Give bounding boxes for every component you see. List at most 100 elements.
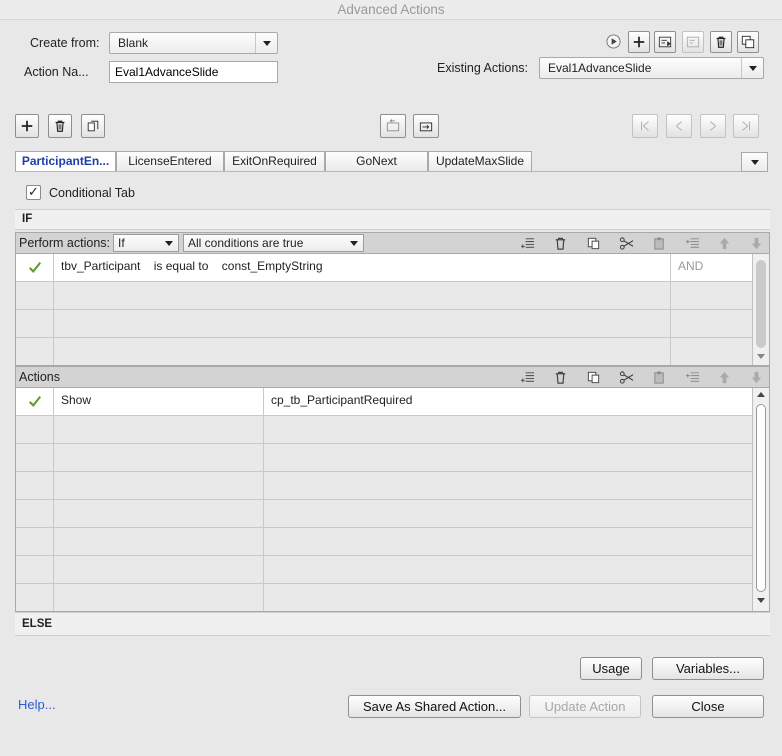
save-as-shared-action-button[interactable]: Save As Shared Action... — [348, 695, 521, 718]
perform-mode-value: If — [118, 236, 125, 250]
move-decision-left-button[interactable] — [380, 114, 406, 138]
copy-row-icon[interactable] — [582, 234, 604, 252]
scroll-up-icon[interactable] — [757, 392, 765, 397]
tab-license-entered[interactable]: LicenseEntered — [116, 151, 224, 171]
move-row-down-icon[interactable] — [745, 234, 767, 252]
actions-label: Actions — [19, 370, 60, 384]
row-check[interactable] — [16, 388, 54, 415]
preview-play-icon[interactable] — [603, 32, 623, 50]
duplicate-action-button[interactable] — [737, 31, 759, 53]
table-row[interactable] — [16, 472, 753, 500]
table-row[interactable] — [16, 282, 753, 310]
table-row[interactable] — [16, 310, 753, 338]
scroll-thumb[interactable] — [756, 260, 766, 348]
condition-logic[interactable]: AND — [671, 254, 753, 281]
usage-button[interactable]: Usage — [580, 657, 642, 680]
conditions-toolbar: Perform actions: If All conditions are t… — [15, 232, 770, 254]
conditional-tab-checkbox[interactable] — [26, 184, 41, 200]
action-type[interactable]: Show — [54, 388, 264, 415]
import-icon — [658, 36, 672, 48]
move-row-down-icon[interactable] — [745, 368, 767, 386]
paste-row-icon[interactable] — [648, 368, 670, 386]
condition-logic-select[interactable]: All conditions are true — [183, 234, 364, 252]
actions-grid: Show cp_tb_ParticipantRequired — [15, 388, 770, 612]
close-button[interactable]: Close — [652, 695, 764, 718]
add-action-button[interactable] — [628, 31, 650, 53]
condition-expression[interactable]: tbv_Participant is equal to const_EmptyS… — [54, 254, 671, 281]
conditional-tab-label: Conditional Tab — [49, 186, 135, 200]
add-decision-button[interactable] — [15, 114, 39, 138]
update-action-button[interactable]: Update Action — [529, 695, 641, 718]
conditions-scrollbar[interactable] — [752, 254, 769, 365]
export-action-button[interactable] — [682, 31, 704, 53]
delete-row-icon[interactable] — [549, 234, 571, 252]
actions-toolbar: Actions — [15, 366, 770, 388]
next-tab-button[interactable] — [700, 114, 726, 138]
create-from-value: Blank — [118, 36, 149, 50]
duplicate-decision-button[interactable] — [81, 114, 105, 138]
table-row[interactable] — [16, 528, 753, 556]
insert-row-icon[interactable] — [681, 368, 703, 386]
row-check[interactable] — [16, 254, 54, 281]
condition-logic-value: All conditions are true — [188, 236, 304, 250]
previous-tab-button[interactable] — [666, 114, 692, 138]
table-row[interactable] — [16, 444, 753, 472]
decision-tabs: ParticipantEn... LicenseEntered ExitOnRe… — [15, 151, 768, 172]
tab-list-dropdown[interactable] — [741, 152, 768, 172]
copy-icon — [87, 120, 99, 132]
trash-icon — [55, 120, 65, 132]
first-tab-button[interactable] — [632, 114, 658, 138]
last-tab-button[interactable] — [733, 114, 759, 138]
scroll-down-icon[interactable] — [757, 598, 765, 603]
move-left-icon — [386, 119, 400, 132]
tab-go-next[interactable]: GoNext — [325, 151, 428, 171]
cut-row-icon[interactable] — [615, 234, 637, 252]
insert-row-icon[interactable] — [681, 234, 703, 252]
copy-row-icon[interactable] — [582, 368, 604, 386]
chevron-down-icon — [741, 58, 763, 78]
table-row[interactable] — [16, 556, 753, 584]
perform-mode-select[interactable]: If — [113, 234, 179, 252]
chevron-down-icon — [345, 235, 363, 251]
plus-icon — [633, 36, 645, 48]
add-row-icon[interactable] — [516, 368, 538, 386]
table-row[interactable] — [16, 338, 753, 365]
move-decision-right-button[interactable] — [413, 114, 439, 138]
check-icon — [28, 261, 41, 273]
existing-actions-label: Existing Actions: — [437, 61, 529, 75]
tab-exit-on-required[interactable]: ExitOnRequired — [224, 151, 325, 171]
help-link[interactable]: Help... — [18, 697, 56, 712]
delete-decision-button[interactable] — [48, 114, 72, 138]
action-target[interactable]: cp_tb_ParticipantRequired — [264, 388, 753, 415]
delete-row-icon[interactable] — [549, 368, 571, 386]
table-row[interactable] — [16, 416, 753, 444]
actions-scrollbar[interactable] — [752, 388, 769, 611]
add-row-icon[interactable] — [516, 234, 538, 252]
variables-button[interactable]: Variables... — [652, 657, 764, 680]
existing-actions-select[interactable]: Eval1AdvanceSlide — [539, 57, 764, 79]
window-title: Advanced Actions — [0, 0, 782, 20]
table-row[interactable] — [16, 584, 753, 611]
scroll-down-icon[interactable] — [757, 354, 765, 359]
delete-action-button[interactable] — [710, 31, 732, 53]
import-action-button[interactable] — [654, 31, 676, 53]
action-name-label: Action Na... — [24, 65, 89, 79]
table-row[interactable]: tbv_Participant is equal to const_EmptyS… — [16, 254, 753, 282]
move-row-up-icon[interactable] — [713, 368, 735, 386]
table-row[interactable]: Show cp_tb_ParticipantRequired — [16, 388, 753, 416]
condition-variable: tbv_Participant — [61, 259, 141, 273]
table-row[interactable] — [16, 500, 753, 528]
tab-participant-entered[interactable]: ParticipantEn... — [15, 151, 116, 171]
tab-update-max-slide[interactable]: UpdateMaxSlide — [428, 151, 532, 171]
cut-row-icon[interactable] — [615, 368, 637, 386]
action-name-input[interactable] — [109, 61, 278, 83]
condition-value: const_EmptyString — [221, 259, 323, 273]
move-row-up-icon[interactable] — [713, 234, 735, 252]
existing-actions-value: Eval1AdvanceSlide — [548, 61, 652, 75]
check-icon — [28, 395, 41, 407]
condition-operator: is equal to — [153, 259, 209, 273]
create-from-select[interactable]: Blank — [109, 32, 278, 54]
scroll-thumb[interactable] — [756, 404, 766, 592]
duplicate-icon — [741, 35, 755, 49]
paste-row-icon[interactable] — [648, 234, 670, 252]
